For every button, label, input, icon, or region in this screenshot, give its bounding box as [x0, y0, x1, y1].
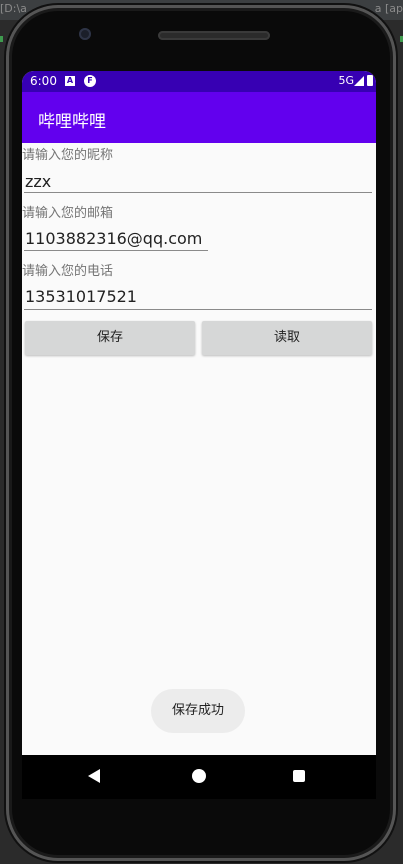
battery-icon [367, 75, 373, 86]
ide-left-text: [D:\a [0, 2, 27, 15]
nickname-underline [24, 192, 372, 193]
phone-label: 请输入您的电话 [22, 264, 114, 279]
back-icon[interactable] [88, 769, 100, 783]
email-underline [24, 250, 208, 251]
recents-icon[interactable] [293, 770, 305, 782]
home-icon[interactable] [192, 769, 206, 783]
emulator-stage: [D:\a a [ap 6:00 A F 5G 哔哩哔哩 请输入您的昵称 zzx… [0, 0, 403, 864]
app-screen: 6:00 A F 5G 哔哩哔哩 请输入您的昵称 zzx 请输入您的邮箱 110… [22, 71, 376, 755]
earpiece-speaker [158, 31, 270, 40]
email-label: 请输入您的邮箱 [22, 206, 114, 221]
nickname-input[interactable]: zzx [25, 171, 51, 193]
phone-input[interactable]: 13531017521 [25, 286, 137, 308]
network-type: 5G [338, 74, 354, 87]
phone-underline [24, 309, 372, 310]
signal-icon [354, 76, 364, 86]
notification-f-icon: F [84, 75, 96, 87]
ide-right-text: a [ap [374, 2, 403, 15]
ide-marker-left [0, 36, 3, 42]
app-bar: 哔哩哔哩 [22, 92, 376, 143]
notification-a-icon: A [65, 76, 75, 86]
app-title: 哔哩哔哩 [38, 112, 106, 132]
navigation-bar [22, 755, 376, 799]
toast-message: 保存成功 [151, 689, 245, 733]
save-button[interactable]: 保存 [25, 321, 195, 355]
status-bar: 6:00 A F 5G [22, 71, 376, 92]
status-time: 6:00 [30, 74, 57, 88]
nickname-label: 请输入您的昵称 [22, 148, 114, 163]
read-button[interactable]: 读取 [202, 321, 372, 355]
email-input[interactable]: 1103882316@qq.com [25, 228, 202, 250]
front-camera [79, 28, 91, 40]
